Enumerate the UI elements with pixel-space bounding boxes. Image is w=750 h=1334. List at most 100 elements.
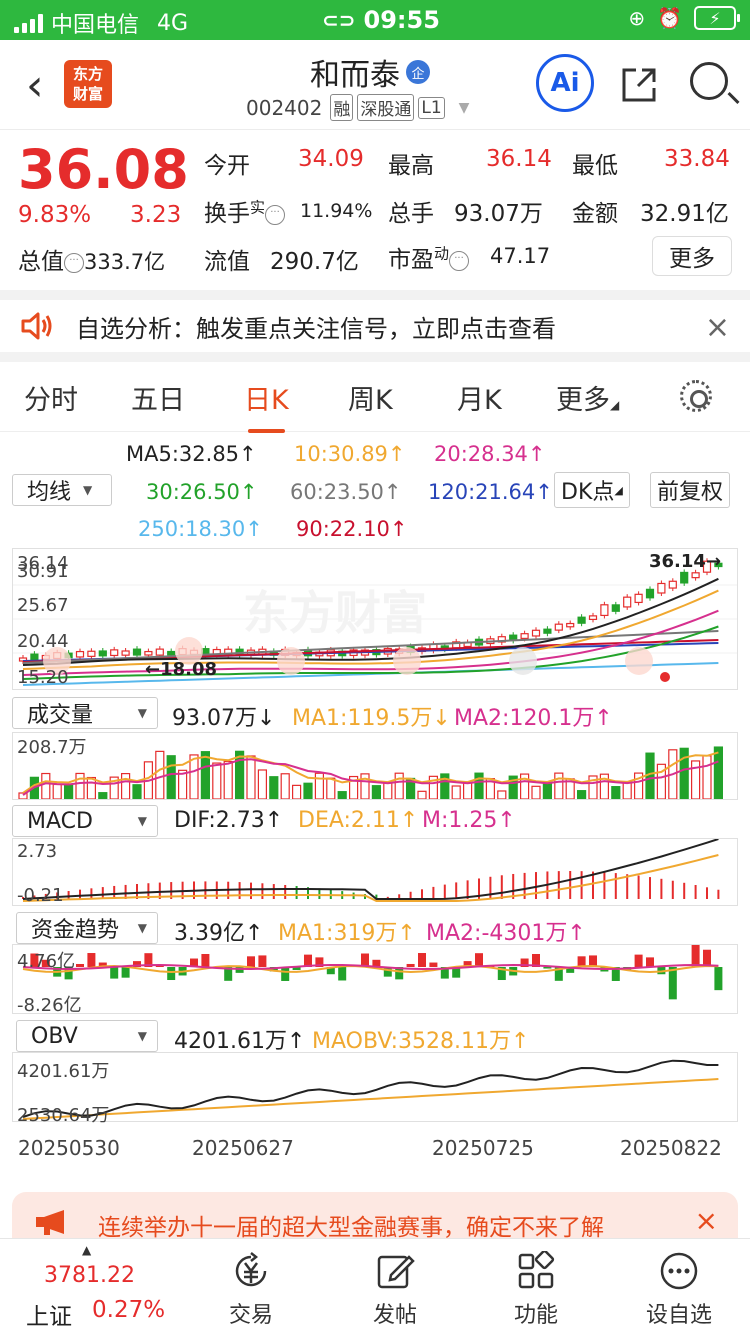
caret-icon: ◢ <box>614 483 623 497</box>
obv-line <box>22 1059 719 1118</box>
obv-value: 4201.61万↑ <box>174 1029 306 1054</box>
more-button[interactable]: 更多 <box>652 236 732 276</box>
mcap-label-group[interactable]: 总值 ··· 333.7亿 <box>18 242 165 276</box>
macd-y-top: 2.73 <box>17 841 58 862</box>
selector-label: 资金趋势 <box>31 918 120 943</box>
volume-ma1: MA1:119.5万↓ <box>292 706 451 731</box>
candle <box>155 648 164 656</box>
maobv-line <box>22 1078 719 1120</box>
date-label: 20250822 <box>620 1136 722 1160</box>
tab-daily-k[interactable]: 日K <box>244 378 289 433</box>
nav-trade[interactable]: 交易 <box>196 1251 306 1329</box>
tab-more[interactable]: 更多◢ <box>556 378 619 417</box>
volume-value: 93.07万 <box>454 201 543 227</box>
pe-sup: 动 <box>434 244 450 263</box>
volume-bar <box>155 750 165 800</box>
indicator-selector-ma[interactable]: 均线 ▼ <box>12 474 112 506</box>
fund-bar <box>201 953 210 967</box>
tab-weekly-k[interactable]: 周K <box>348 378 393 417</box>
volume-bar <box>246 755 256 800</box>
candle <box>75 650 85 658</box>
stock-title: 和而泰 企 <box>310 50 430 94</box>
close-icon[interactable]: × <box>695 1204 718 1237</box>
pe-label-group[interactable]: 市盈动 ··· <box>388 240 470 274</box>
obv-chart[interactable]: 4201.61万 2530.64万 <box>12 1052 738 1126</box>
volume-bar <box>223 760 233 800</box>
candle <box>668 580 677 589</box>
fund-bar <box>110 967 119 979</box>
macd-chart[interactable]: 2.73 -0.21 <box>12 838 738 906</box>
volume-chart[interactable]: 208.7万 <box>12 732 738 800</box>
megaphone-icon <box>34 1208 74 1236</box>
candle <box>645 588 655 599</box>
volume-bar <box>497 790 507 800</box>
float-value: 290.7亿 <box>270 249 359 275</box>
adjust-button[interactable]: 前复权 <box>650 472 731 508</box>
kline-chart[interactable]: 东方财富 36.14 30.91 25.67 20.44 15.20 36.14… <box>12 548 738 690</box>
volume-bar <box>463 782 473 800</box>
fund-chart[interactable]: 4.76亿 -8.26亿 <box>12 934 738 1016</box>
candle <box>634 593 643 604</box>
indicator-selector-macd[interactable]: MACD ▼ <box>12 805 158 837</box>
search-icon[interactable] <box>690 62 728 100</box>
open-label: 今开 <box>204 153 250 179</box>
volume-bar <box>303 782 313 800</box>
triangle-up-icon: ▲ <box>82 1243 92 1257</box>
stock-subtitle[interactable]: 002402 融 深股通 L1 ▼ <box>246 94 469 121</box>
ai-button[interactable]: Ai <box>536 54 594 112</box>
indicator-selector-obv[interactable]: OBV ▼ <box>16 1020 158 1052</box>
network-type: 4G <box>157 10 189 36</box>
alert-banner[interactable]: 自选分析：触发重点关注信号，立即点击查看 × <box>0 290 750 362</box>
signal-dot <box>660 672 670 682</box>
dk-point-button[interactable]: DK点 ◢ <box>554 472 630 508</box>
back-icon[interactable]: ‹ <box>26 60 44 111</box>
volume-bar <box>645 752 655 800</box>
index-name[interactable]: 上证 <box>26 1297 72 1331</box>
share-icon[interactable] <box>618 64 660 116</box>
fund-bar <box>634 954 643 967</box>
nav-post[interactable]: 发帖 <box>340 1251 450 1329</box>
app-logo[interactable]: 东方 财富 <box>64 60 112 108</box>
turnover-label-group[interactable]: 换手实 ··· <box>204 194 286 228</box>
candle <box>531 629 541 637</box>
volume-bar <box>451 785 461 800</box>
volume-bar <box>98 792 108 800</box>
dif-line <box>22 838 719 900</box>
fund-bar <box>258 955 267 967</box>
nav-function[interactable]: 功能 <box>481 1249 591 1329</box>
volume-bar <box>326 777 336 800</box>
close-icon[interactable]: × <box>705 310 730 345</box>
tab-five-day[interactable]: 五日 <box>131 378 185 417</box>
ma30-legend: 30:26.50↑ <box>146 480 258 504</box>
indicator-selector-volume[interactable]: 成交量 ▼ <box>12 697 158 729</box>
index-percent[interactable]: 0.27% <box>92 1297 165 1323</box>
fund-bars <box>30 934 723 1000</box>
dk-marker[interactable] <box>509 647 537 675</box>
fund-value: 3.39亿↑ <box>174 921 264 946</box>
tab-intraday[interactable]: 分时 <box>24 378 78 417</box>
dk-marker[interactable] <box>393 647 421 675</box>
fund-bar <box>121 967 130 978</box>
fund-bar <box>646 957 654 967</box>
stock-code: 002402 <box>246 95 323 120</box>
volume-bar <box>189 754 199 800</box>
volume-bar <box>611 786 621 800</box>
nav-set-watchlist[interactable]: 设自选 <box>624 1251 734 1329</box>
gear-icon[interactable] <box>680 380 712 412</box>
nav-post-label: 发帖 <box>372 1303 417 1328</box>
mcap-value: 333.7亿 <box>84 250 166 274</box>
speaker-icon <box>20 310 54 342</box>
candle <box>98 650 107 657</box>
indicator-selector-fund[interactable]: 资金趋势 ▼ <box>16 912 158 944</box>
volume-bar <box>576 790 587 800</box>
caret-down-icon: ▼ <box>137 706 147 720</box>
logo-line-2: 财富 <box>72 85 103 103</box>
fund-bar <box>87 953 96 967</box>
dk-marker[interactable] <box>625 647 653 675</box>
dk-marker[interactable] <box>277 647 305 675</box>
tab-monthly-k[interactable]: 月K <box>457 378 502 417</box>
volume-bar <box>554 772 564 800</box>
index-value[interactable]: 3781.22 <box>44 1263 135 1288</box>
nav-function-label: 功能 <box>513 1303 558 1328</box>
selector-label: 成交量 <box>27 703 94 728</box>
